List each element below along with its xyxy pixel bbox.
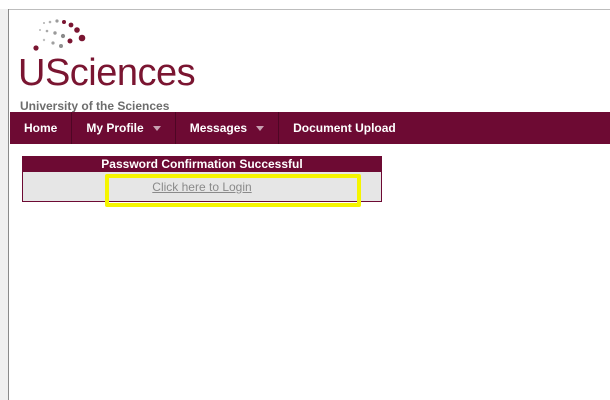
- highlight-box: [105, 174, 361, 207]
- nav-messages[interactable]: Messages: [176, 112, 280, 144]
- main-nav-bar: Home My Profile Messages Document Upload: [10, 112, 610, 144]
- chevron-down-icon: [256, 125, 265, 131]
- nav-my-profile-label: My Profile: [86, 121, 144, 135]
- usciences-logo[interactable]: USciences University of the Sciences: [14, 18, 214, 114]
- window-top-edge: [0, 0, 610, 10]
- logo-wordmark: USciences: [18, 52, 196, 94]
- nav-document-upload-label: Document Upload: [293, 121, 396, 135]
- chevron-down-icon: [152, 125, 161, 131]
- panel-title: Password Confirmation Successful: [23, 157, 381, 172]
- page: USciences University of the Sciences Hom…: [10, 10, 610, 400]
- window-left-edge: [0, 9, 9, 400]
- nav-my-profile[interactable]: My Profile: [72, 112, 176, 144]
- nav-messages-label: Messages: [189, 121, 248, 135]
- logo-subtitle: University of the Sciences: [20, 99, 170, 113]
- nav-document-upload[interactable]: Document Upload: [279, 112, 410, 144]
- nav-home-label: Home: [24, 121, 58, 135]
- nav-home[interactable]: Home: [10, 112, 73, 144]
